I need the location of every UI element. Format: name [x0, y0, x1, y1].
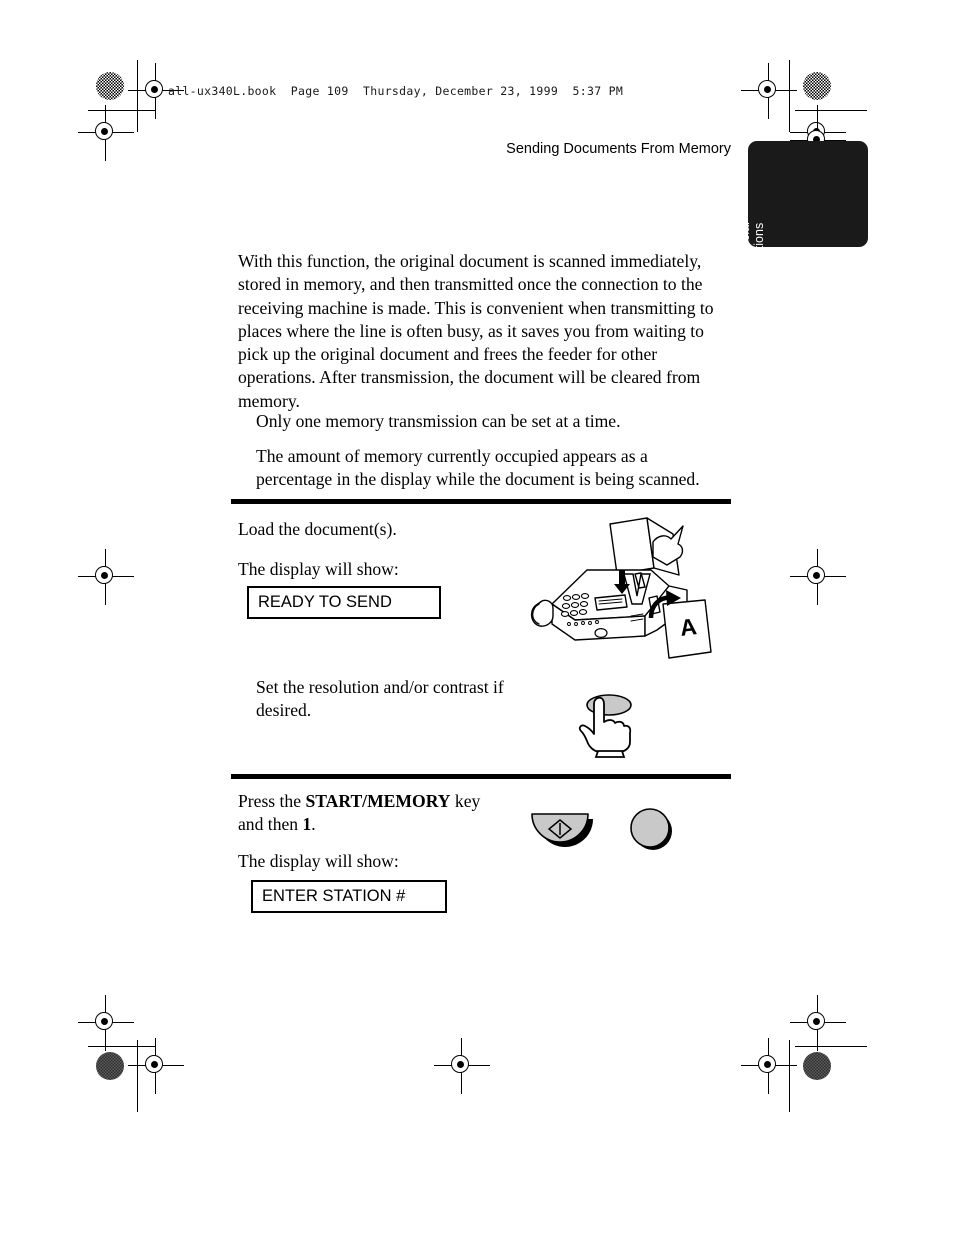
step-1-display-lead: The display will show: — [238, 559, 399, 579]
step-2-press-instruction: Press the START/MEMORY key and then 1. — [238, 790, 508, 837]
registration-crosshair-left-lower — [78, 995, 134, 1051]
registration-crosshair-top-right-slug — [741, 63, 797, 119]
registration-crosshair-bottom-right — [741, 1038, 797, 1094]
crosshair-dot — [813, 572, 820, 579]
step-2-display-lead: The display will show: — [238, 851, 399, 871]
crosshair-dot — [101, 128, 108, 135]
press-number: 1 — [302, 814, 312, 835]
crosshair-dot — [151, 1061, 158, 1068]
key-illustrations-group — [522, 802, 692, 863]
running-header-title: Sending Documents From Memory — [506, 141, 731, 157]
crosshair-dot — [101, 1018, 108, 1025]
svg-text:A: A — [678, 613, 698, 641]
fax-machine-loading-document-illustration: A — [527, 512, 732, 682]
registration-crosshair-bottom-left — [128, 1038, 184, 1094]
chapter-tab-label: 8. Special Functions — [738, 222, 766, 277]
crosshair-dot — [764, 1061, 771, 1068]
crosshair-dot — [151, 86, 158, 93]
chapter-thumb-tab: 8. Special Functions — [738, 141, 868, 277]
hand-pressing-button-illustration — [574, 692, 644, 763]
print-slug-line: all-ux340L.book Page 109 Thursday, Decem… — [168, 84, 624, 98]
lcd-readout-text: ENTER STATION # — [262, 887, 406, 905]
step-1-settings-instruction: Set the resolution and/or contrast if de… — [256, 677, 504, 721]
halftone-density-target-top-left — [96, 72, 124, 100]
note-memory-percentage: The amount of memory currently occupied … — [256, 446, 700, 490]
lcd-readout-text: READY TO SEND — [258, 593, 392, 611]
registration-crosshair-right-middle — [790, 549, 846, 605]
registration-crosshair-left-middle — [78, 549, 134, 605]
press-suffix: . — [311, 814, 316, 835]
intro-paragraph: With this function, the original documen… — [238, 251, 714, 411]
section-divider-rule-bottom — [231, 774, 731, 779]
press-prefix: Press the — [238, 791, 306, 811]
step-1-load-instruction: Load the document(s). — [238, 519, 397, 539]
lcd-readout-ready-to-send: READY TO SEND — [247, 586, 441, 619]
halftone-density-target-top-right — [803, 72, 831, 100]
crosshair-dot — [457, 1061, 464, 1068]
registration-crosshair-right-lower — [790, 995, 846, 1051]
crosshair-dot — [813, 1018, 820, 1025]
halftone-density-target-bottom-right — [803, 1052, 831, 1080]
start-memory-key-name: START/MEMORY — [305, 791, 451, 811]
lcd-readout-enter-station: ENTER STATION # — [251, 880, 447, 913]
registration-crosshair-left-upper — [78, 105, 134, 161]
registration-crosshair-bottom-center — [434, 1038, 490, 1094]
crosshair-dot — [764, 86, 771, 93]
note-single-transmission: Only one memory transmission can be set … — [256, 411, 621, 431]
halftone-density-target-bottom-left — [96, 1052, 124, 1080]
section-divider-rule-top — [231, 499, 731, 504]
crosshair-dot — [101, 572, 108, 579]
